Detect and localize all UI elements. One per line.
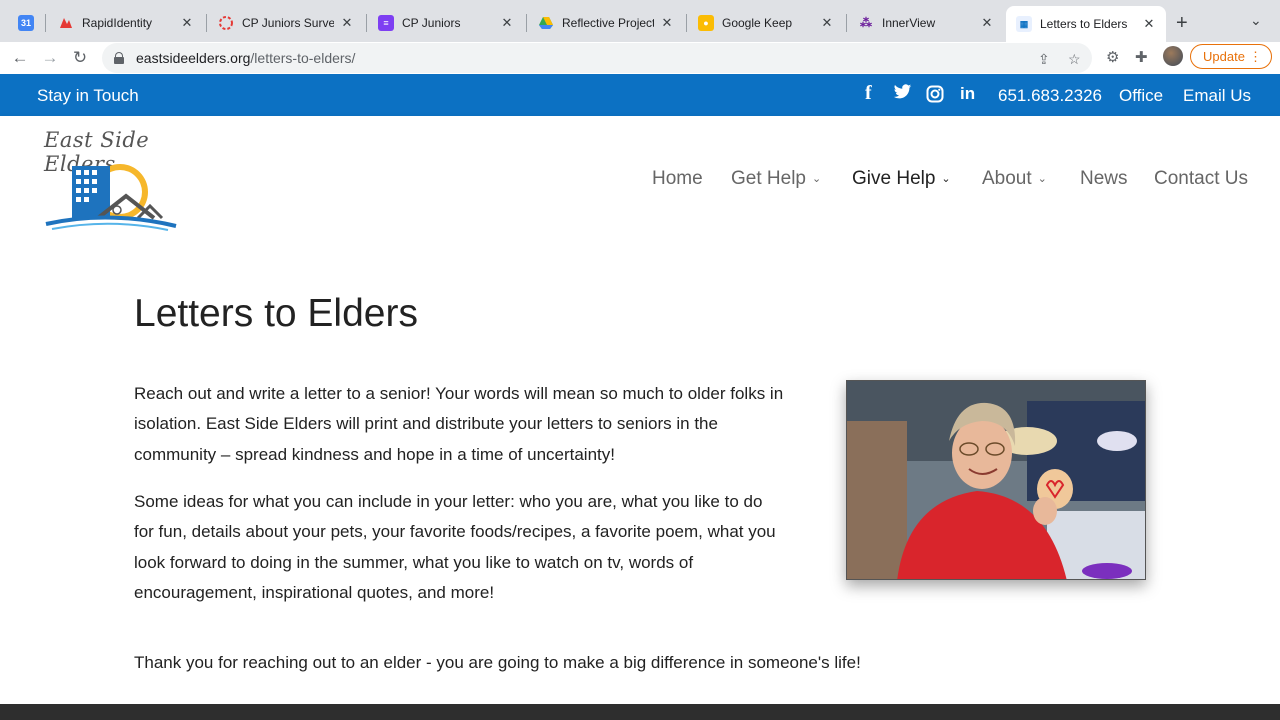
ideas-paragraph: Some ideas for what you can include in y… [134,492,776,602]
tab-label: CP Juniors [402,16,461,30]
lock-icon [114,52,124,64]
email-us-link[interactable]: Email Us [1183,86,1251,106]
update-button[interactable]: Update ⋮ [1190,44,1272,69]
tab-rapididentity[interactable]: RapidIdentity ✕ [48,8,204,38]
main-content: Letters to Elders Reach out and write a … [0,242,1280,704]
site-header: East Side Elders Home Get Help ⌄ Give Hel… [0,116,1280,242]
chevron-down-icon: ⌄ [811,173,822,185]
tab-google-keep[interactable]: ● Google Keep ✕ [688,8,844,38]
nav-give-help[interactable]: Give Help ⌄ [852,168,951,190]
site-logo[interactable]: East Side Elders [38,126,198,231]
tab-label: CP Juniors Survey [242,16,334,30]
tab-label: InnerView [882,16,936,30]
url-path: /letters-to-elders/ [250,50,356,66]
tab-separator [846,14,847,32]
new-tab-icon[interactable]: + [1176,12,1188,35]
tab-calendar[interactable]: 31 [8,8,48,38]
tab-separator [45,14,46,32]
survey-icon [218,15,234,31]
close-icon[interactable]: ✕ [980,15,994,31]
close-icon[interactable]: ✕ [500,15,514,31]
forward-arrow-icon[interactable]: → [38,46,62,70]
nav-home[interactable]: Home [652,168,703,190]
calendar-icon: 31 [18,15,34,31]
footer-bar [0,704,1280,720]
profile-avatar[interactable] [1163,46,1183,66]
bookmark-star-icon[interactable]: ☆ [1068,51,1081,68]
more-menu-icon[interactable]: ⋮ [1249,49,1262,65]
tab-separator [206,14,207,32]
forms-icon: ≡ [378,15,394,31]
tab-separator [686,14,687,32]
close-icon[interactable]: ✕ [1142,16,1156,32]
linkedin-icon[interactable]: in [960,84,975,104]
drive-icon [538,15,554,31]
photo-illustration [847,381,1145,579]
site-icon: ▦ [1016,16,1032,32]
tab-cp-juniors[interactable]: ≡ CP Juniors ✕ [368,8,524,38]
close-icon[interactable]: ✕ [820,15,834,31]
logo-graphic [45,164,177,231]
share-icon[interactable]: ⇪ [1038,51,1050,68]
nav-about-label: About [982,168,1032,189]
nav-about[interactable]: About ⌄ [982,168,1047,190]
tab-label: Letters to Elders [1040,17,1128,31]
reload-icon[interactable]: ↻ [68,46,92,70]
tab-reflective-project[interactable]: Reflective Project ✕ [528,8,684,38]
tab-label: Google Keep [722,16,793,30]
update-label: Update [1203,49,1245,64]
phone-link[interactable]: 651.683.2326 [998,86,1102,106]
back-arrow-icon[interactable]: ← [8,46,32,70]
url-host: eastsideelders.org [136,50,251,66]
browser-toolbar: ← → ↻ eastsideelders.org/letters-to-elde… [0,42,1280,74]
office-link[interactable]: Office [1119,86,1163,106]
browser-tab-bar: 31 RapidIdentity ✕ CP Juniors Survey ✕ ≡… [0,0,1280,42]
site-top-bar: Stay in Touch f in 651.683.2326 Office E… [0,74,1280,116]
close-icon[interactable]: ✕ [340,15,354,31]
thanks-paragraph: Thank you for reaching out to an elder -… [134,653,861,672]
tab-letters-to-elders[interactable]: ▦ Letters to Elders ✕ [1006,6,1166,42]
url-text[interactable]: eastsideelders.org/letters-to-elders/ [136,50,355,66]
nav-news[interactable]: News [1080,168,1128,190]
address-bar[interactable]: eastsideelders.org/letters-to-elders/ ⇪ … [102,43,1092,73]
nav-get-help-label: Get Help [731,168,806,189]
tab-label: Reflective Project [562,16,654,30]
rapididentity-icon [58,15,74,31]
tab-cp-juniors-survey[interactable]: CP Juniors Survey ✕ [208,8,364,38]
elder-photo [846,380,1146,580]
chevron-down-icon: ⌄ [941,173,951,185]
nav-get-help[interactable]: Get Help ⌄ [731,168,821,190]
chevron-down-icon: ⌄ [1037,173,1047,185]
nav-contact-us[interactable]: Contact Us [1154,168,1248,190]
extension-icon[interactable]: ⚙ [1106,48,1119,66]
facebook-icon[interactable]: f [865,82,872,105]
tab-innerview[interactable]: ⁂ InnerView ✕ [848,8,1004,38]
keep-icon: ● [698,15,714,31]
tab-search-chevron-icon[interactable]: ⌄ [1250,12,1262,29]
stay-in-touch-text: Stay in Touch [37,86,139,105]
nav-give-help-label: Give Help [852,168,936,189]
tab-separator [526,14,527,32]
innerview-icon: ⁂ [860,16,872,30]
intro-paragraph: Reach out and write a letter to a senior… [134,384,784,464]
page-title: Letters to Elders [134,292,418,335]
puzzle-extensions-icon[interactable]: ✚ [1135,48,1148,66]
close-icon[interactable]: ✕ [660,15,674,31]
close-icon[interactable]: ✕ [180,15,194,31]
tab-separator [366,14,367,32]
twitter-icon[interactable] [893,84,912,105]
instagram-icon[interactable] [926,85,944,108]
tab-label: RapidIdentity [82,16,153,30]
